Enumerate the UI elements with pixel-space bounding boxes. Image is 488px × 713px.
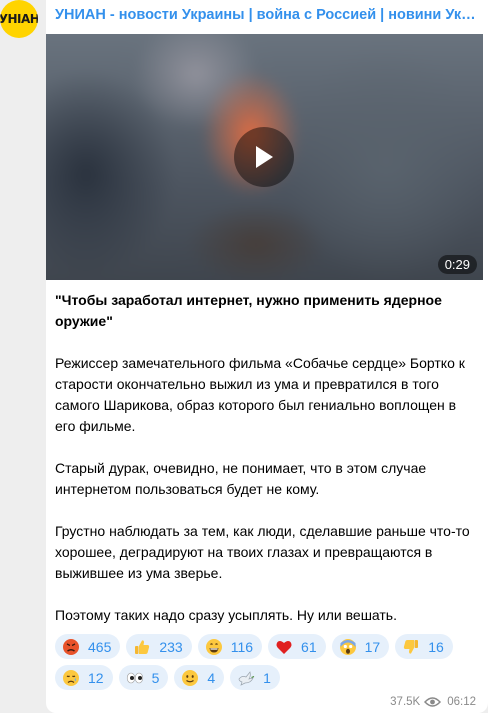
reaction-count: 5 [151, 669, 160, 686]
eyes-icon [126, 669, 144, 687]
message-meta: 37.5K 06:12 [390, 696, 476, 708]
reaction-count: 465 [88, 638, 112, 655]
reaction-chip[interactable]: 61 [268, 634, 326, 659]
post-paragraph: Режиссер замечательного фильма «Собачье … [55, 355, 465, 434]
post-paragraph: Грустно наблюдать за тем, как люди, сдел… [55, 523, 470, 581]
play-button[interactable] [234, 127, 294, 187]
message-time: 06:12 [447, 696, 476, 708]
reaction-chip[interactable]: 5 [118, 665, 169, 690]
reaction-count: 12 [88, 669, 104, 686]
reaction-chip[interactable]: 4 [174, 665, 225, 690]
reactions-row: 465 233 116 61 17 16 [55, 634, 480, 659]
reaction-count: 1 [263, 669, 271, 686]
eye-icon [424, 697, 442, 707]
reaction-chip[interactable]: 17 [331, 634, 390, 659]
reactions-row: 12 5 4 1 [55, 665, 480, 690]
crying-face-icon [62, 669, 80, 687]
message-bubble: УНИАН - новости Украины | война с Россие… [46, 0, 488, 713]
reactions-bar: 465 233 116 61 17 16 12 5 4 1 [55, 634, 480, 696]
thumbs-up-icon [133, 638, 151, 656]
avatar-logo-text: УНІАН [0, 12, 38, 26]
video-duration: 0:29 [437, 255, 477, 274]
dove-icon [237, 669, 255, 687]
post-headline: "Чтобы заработал интернет, нужно примени… [55, 292, 442, 329]
reaction-count: 233 [159, 638, 183, 655]
play-icon [256, 146, 273, 168]
reaction-chip[interactable]: 12 [55, 665, 113, 690]
reaction-chip[interactable]: 233 [126, 634, 192, 659]
reaction-count: 4 [207, 669, 216, 686]
post-paragraph: Старый дурак, очевидно, не понимает, что… [55, 460, 427, 497]
video-preview[interactable]: 0:29 [46, 34, 483, 280]
post-paragraph: Поэтому таких надо сразу усыплять. Ну ил… [55, 607, 397, 623]
reaction-chip[interactable]: 465 [55, 634, 121, 659]
angry-face-icon [62, 638, 80, 656]
reaction-chip[interactable]: 1 [230, 665, 280, 690]
post-text: "Чтобы заработал интернет, нужно примени… [55, 290, 480, 626]
reaction-count: 116 [230, 638, 254, 655]
grinning-face-icon [205, 638, 223, 656]
channel-title[interactable]: УНИАН - новости Украины | война с Россие… [55, 7, 480, 23]
reaction-chip[interactable]: 16 [395, 634, 453, 659]
reaction-count: 16 [428, 638, 444, 655]
red-heart-icon [275, 638, 293, 656]
reaction-count: 17 [364, 638, 381, 655]
thumbs-down-icon [402, 638, 420, 656]
screaming-face-icon [339, 638, 357, 656]
view-count: 37.5K [390, 696, 421, 708]
channel-avatar[interactable]: УНІАН [0, 0, 38, 38]
reaction-chip[interactable]: 116 [197, 634, 263, 659]
slightly-smiling-face-icon [181, 669, 199, 687]
reaction-count: 61 [301, 638, 317, 655]
